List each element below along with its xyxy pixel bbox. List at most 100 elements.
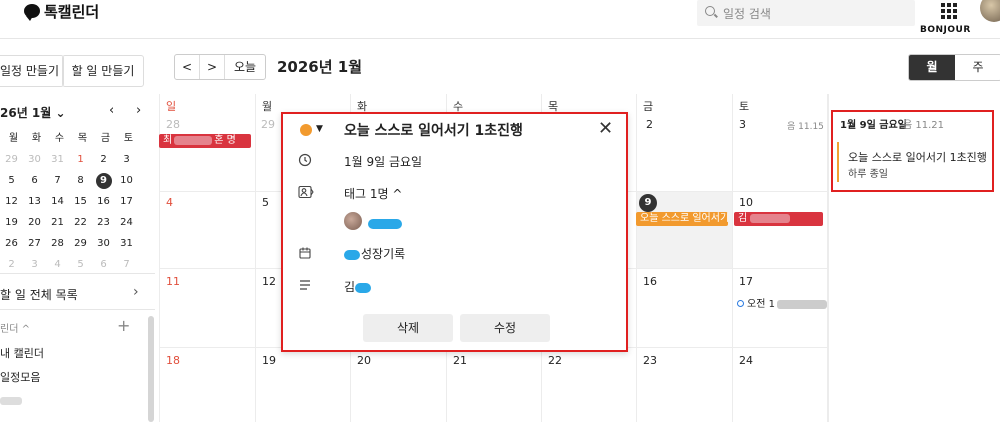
mini-day[interactable]: 24 <box>115 212 138 233</box>
month-view-button[interactable]: 월 <box>909 55 955 80</box>
tagged-user-name-masked <box>368 216 402 230</box>
delete-button[interactable]: 삭제 <box>363 314 453 342</box>
mini-day[interactable]: 7 <box>115 254 138 275</box>
mini-weekday: 토 <box>123 133 134 144</box>
day-cell[interactable]: 29 <box>261 118 275 131</box>
todo-all-link[interactable]: 할 일 전체 목록 <box>0 286 78 303</box>
popup-memo: 김 <box>344 278 372 295</box>
day-cell[interactable]: 19 <box>262 354 276 367</box>
mini-day[interactable]: 6 <box>23 170 46 191</box>
day-cell[interactable]: 3 <box>739 118 746 131</box>
mini-calendar-title[interactable]: 26년 1월 ⌄ <box>0 104 66 121</box>
mini-day[interactable]: 13 <box>23 191 46 212</box>
divider <box>0 273 155 274</box>
month-title: 2026년 1월 <box>277 58 363 76</box>
mini-prev-button[interactable]: ‹ <box>109 103 114 118</box>
today-marker[interactable]: 9 <box>639 194 657 212</box>
mini-day[interactable]: 7 <box>46 170 69 191</box>
mini-day[interactable]: 20 <box>23 212 46 233</box>
apps-grid-icon[interactable] <box>941 3 957 19</box>
mini-day[interactable]: 15 <box>69 191 92 212</box>
mini-day[interactable]: 19 <box>0 212 23 233</box>
mini-day[interactable]: 3 <box>115 149 138 170</box>
mini-day[interactable]: 27 <box>23 233 46 254</box>
masked-calendar-item[interactable] <box>0 397 22 405</box>
day-cell[interactable]: 17 <box>739 275 753 288</box>
edit-button[interactable]: 수정 <box>460 314 550 342</box>
search-input[interactable]: 일정 검색 <box>697 0 915 26</box>
event-bar-red[interactable]: 최혼 명 <box>159 134 251 148</box>
prev-month-button[interactable]: < <box>175 55 200 79</box>
mini-day[interactable]: 5 <box>69 254 92 275</box>
popup-title: 오늘 스스로 일어서기 1초진행 <box>344 123 523 139</box>
calendar-item-mine[interactable]: 내 캘린더 <box>0 345 44 361</box>
mini-day[interactable]: 30 <box>23 149 46 170</box>
day-cell-sunday[interactable]: 11 <box>166 275 180 288</box>
mini-calendar-grid: 월 화 수 목 금 토 29 30 31 1 2 3 5 6 7 8 9 10 … <box>0 128 150 275</box>
mini-day[interactable]: 14 <box>46 191 69 212</box>
calendar-section-header[interactable]: 린더 ^ <box>0 320 30 335</box>
mini-day[interactable]: 30 <box>92 233 115 254</box>
day-cell[interactable]: 2 <box>646 118 653 131</box>
next-month-button[interactable]: > <box>200 55 225 79</box>
caret-down-icon[interactable]: ▼ <box>316 124 323 134</box>
mini-day[interactable]: 4 <box>46 254 69 275</box>
day-cell-sunday[interactable]: 4 <box>166 196 173 209</box>
day-cell[interactable]: 28 <box>166 118 180 131</box>
day-cell[interactable]: 16 <box>643 275 657 288</box>
mini-day[interactable]: 2 <box>92 149 115 170</box>
add-calendar-icon[interactable]: + <box>117 316 130 335</box>
weekday-header: 토 <box>739 100 750 113</box>
mini-day[interactable]: 22 <box>69 212 92 233</box>
mini-day[interactable]: 31 <box>115 233 138 254</box>
day-cell[interactable]: 20 <box>357 354 371 367</box>
mini-day[interactable]: 29 <box>69 233 92 254</box>
mini-day[interactable]: 26 <box>0 233 23 254</box>
calendar-item-collection[interactable]: 일정모음 <box>0 369 40 385</box>
day-cell-sunday[interactable]: 18 <box>166 354 180 367</box>
popup-tag-toggle[interactable]: 태그 1명 ^ <box>344 185 402 202</box>
mini-next-button[interactable]: › <box>136 103 141 118</box>
mini-day[interactable]: 1 <box>69 149 92 170</box>
chevron-right-icon[interactable]: › <box>133 284 139 300</box>
mini-day[interactable]: 6 <box>92 254 115 275</box>
popup-calendar-name[interactable]: 성장기록 <box>344 245 405 262</box>
bonjour-overlay-text: BONJOUR <box>920 25 971 35</box>
day-cell[interactable]: 24 <box>739 354 753 367</box>
mini-day[interactable]: 2 <box>0 254 23 275</box>
mini-day[interactable]: 23 <box>92 212 115 233</box>
mini-day[interactable]: 3 <box>23 254 46 275</box>
sidebar-scrollbar[interactable] <box>148 316 154 422</box>
event-timed[interactable]: 오전 1 <box>737 295 827 310</box>
mini-day[interactable]: 16 <box>92 191 115 212</box>
create-event-button[interactable]: 일정 만들기 <box>0 55 64 87</box>
mini-day[interactable]: 31 <box>46 149 69 170</box>
close-icon[interactable]: ✕ <box>598 118 613 139</box>
create-todo-button[interactable]: 할 일 만들기 <box>62 55 144 87</box>
day-cell[interactable]: 22 <box>548 354 562 367</box>
event-bar-orange[interactable]: 오늘 스스로 일어서기 <box>636 212 728 226</box>
mini-day[interactable]: 17 <box>115 191 138 212</box>
mini-day[interactable]: 5 <box>0 170 23 191</box>
day-cell[interactable]: 5 <box>262 196 269 209</box>
detail-accent-bar <box>837 142 839 182</box>
day-cell[interactable]: 10 <box>739 196 753 209</box>
today-button[interactable]: 오늘 <box>225 55 265 79</box>
mini-day-selected[interactable]: 9 <box>92 170 115 191</box>
mini-day[interactable]: 10 <box>115 170 138 191</box>
mini-day[interactable]: 21 <box>46 212 69 233</box>
day-cell[interactable]: 23 <box>643 354 657 367</box>
mini-weekday: 금 <box>100 133 111 144</box>
day-cell[interactable]: 12 <box>262 275 276 288</box>
day-cell[interactable]: 21 <box>453 354 467 367</box>
mini-day[interactable]: 12 <box>0 191 23 212</box>
color-dot-icon[interactable] <box>300 124 312 136</box>
mini-weekday: 수 <box>54 133 65 144</box>
mini-day[interactable]: 28 <box>46 233 69 254</box>
mini-day[interactable]: 8 <box>69 170 92 191</box>
detail-event-title[interactable]: 오늘 스스로 일어서기 1초진행 <box>848 149 987 165</box>
event-bar-red-2[interactable]: 김 <box>734 212 823 226</box>
mini-day[interactable]: 29 <box>0 149 23 170</box>
detail-lunar: 음 11.21 <box>903 120 945 131</box>
week-view-button[interactable]: 주 <box>955 55 1000 80</box>
